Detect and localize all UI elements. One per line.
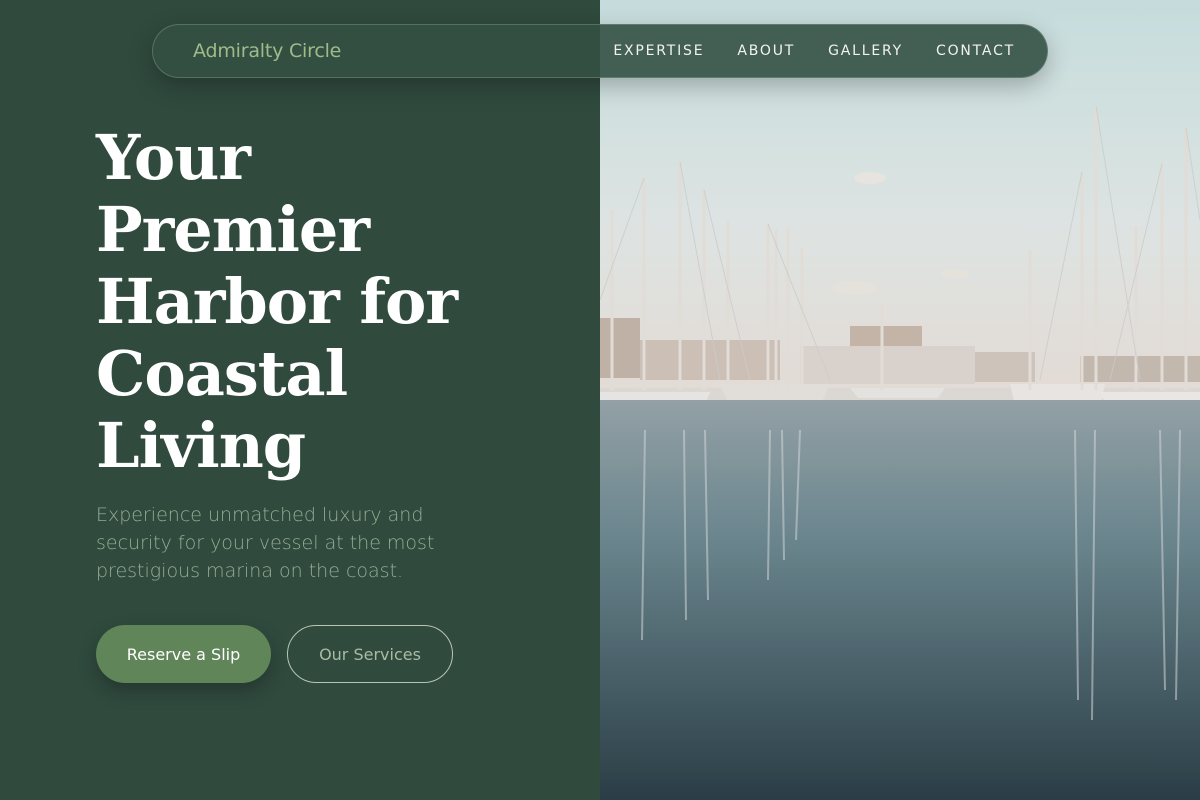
landing-page: Admiralty Circle EXPERTISE ABOUT GALLERY… (0, 0, 1200, 800)
hero-subtitle-line: prestigious marina on the coast. (96, 560, 404, 582)
hero-subtitle-line: Experience unmatched luxury and (96, 504, 424, 526)
hero-title-line: Premier (96, 193, 370, 266)
hero-title: Your Premier Harbor for Coastal Living (96, 122, 566, 482)
nav-links: EXPERTISE ABOUT GALLERY CONTACT (613, 43, 1015, 59)
top-navbar: Admiralty Circle EXPERTISE ABOUT GALLERY… (152, 24, 1048, 78)
reserve-slip-button[interactable]: Reserve a Slip (96, 625, 271, 683)
our-services-button[interactable]: Our Services (287, 625, 453, 683)
marina-photo (600, 0, 1200, 800)
marina-illustration (600, 0, 1200, 800)
brand-logo-text[interactable]: Admiralty Circle (193, 40, 341, 62)
nav-link-about[interactable]: ABOUT (737, 43, 795, 59)
hero-title-line: Harbor for (96, 265, 458, 338)
nav-link-contact[interactable]: CONTACT (936, 43, 1015, 59)
hero-subtitle-line: security for your vessel at the most (96, 532, 435, 554)
hero-title-line: Living (96, 409, 306, 482)
hero-title-line: Your (96, 121, 251, 194)
hero-subtitle: Experience unmatched luxury and security… (96, 501, 476, 585)
hero-title-line: Coastal (96, 337, 348, 410)
nav-link-gallery[interactable]: GALLERY (828, 43, 903, 59)
nav-link-expertise[interactable]: EXPERTISE (613, 43, 704, 59)
